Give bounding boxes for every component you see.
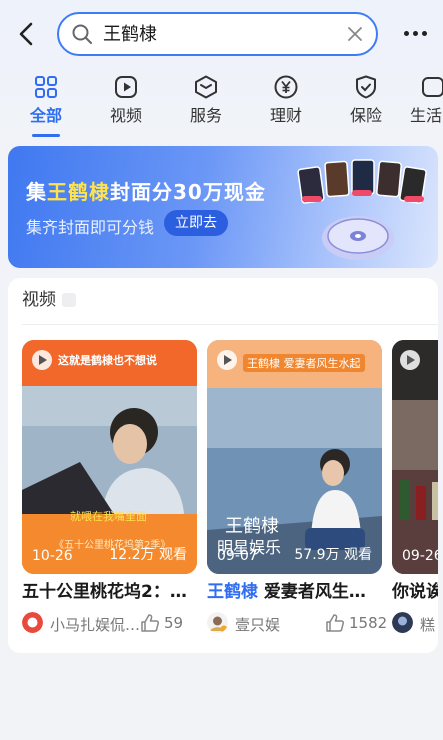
view-count: 57.9万 观看 [294,547,372,563]
more-menu-button[interactable] [404,26,430,42]
section-title: 视频 [22,290,56,310]
yen-icon [274,75,298,99]
banner-cards-and-disc-illustration [297,159,427,260]
section-header[interactable]: 视频 [22,288,76,312]
video-results-section: 视频 这就是鹤棣也不想说 就喂在我嘴里面 《五十公里桃花坞第2季》 10-26 … [8,278,438,653]
thumbnail-image [392,340,438,574]
search-query: 王鹤棣 [103,24,157,45]
video-thumbnail[interactable]: 这就是鹤棣也不想说 就喂在我嘴里面 《五十公里桃花坞第2季》 10-26 12.… [22,340,197,574]
avatar[interactable] [392,612,413,633]
video-thumbnail[interactable]: 09-26 [392,340,438,574]
author-name[interactable]: 糕 [420,614,438,635]
chevron-right-icon [62,293,76,307]
play-icon [115,76,137,98]
banner-subtitle: 集齐封面即可分钱 [26,218,155,237]
thumbs-up-icon[interactable] [325,613,345,633]
like-count: 59 [164,614,184,632]
search-input[interactable]: 王鹤棣 [57,12,378,56]
clear-icon[interactable] [346,25,364,43]
category-tabs: 全部 视频 服务 理财 保险 生活 [0,68,443,140]
thumbnail-caption: 王鹤棣 爱妻者风生水起 [243,354,365,372]
video-title[interactable]: 王鹤棣 爱妻者风生… [207,580,382,604]
tab-label: 理财 [269,106,302,125]
back-arrow-icon[interactable] [14,20,40,48]
tab-label: 全部 [29,106,62,125]
banner-go-button[interactable]: 立即去 [164,210,228,236]
author-name[interactable]: 壹只娱 [235,614,325,635]
thumbnail-caption: 这就是鹤棣也不想说 [58,354,157,367]
video-date: 10-26 [32,548,73,564]
avatar[interactable] [207,612,228,633]
view-count: 12.2万 观看 [109,547,187,563]
tab-insurance[interactable]: 保险 [336,74,396,136]
tab-label: 视频 [109,106,142,125]
video-meta: 小马扎娱侃… 59 [22,612,197,634]
shield-check-icon [356,75,376,99]
video-meta: 糕 [392,612,438,634]
tab-label: 服务 [189,106,222,125]
tab-all[interactable]: 全部 [16,74,76,137]
life-icon [422,77,443,97]
search-icon [72,24,92,44]
avatar[interactable] [22,612,43,633]
tab-label: 生活 [410,106,443,125]
video-meta: 壹只娱 1582 [207,612,387,635]
grid-icon [35,76,57,98]
play-icon [217,350,237,370]
author-name[interactable]: 小马扎娱侃… [50,614,140,635]
tab-life[interactable]: 生活 [408,74,443,136]
banner-title: 集王鹤棣封面分30万现金 [26,180,266,204]
service-cube-icon [195,75,217,99]
video-title[interactable]: 五十公里桃花坞2：… [22,580,197,604]
active-tab-indicator [32,134,60,137]
thumbnail-subtitle: 就喂在我嘴里面 [70,510,147,523]
divider [22,324,438,325]
top-bar: 王鹤棣 [0,0,443,68]
video-card[interactable]: 王鹤棣 爱妻者风生水起 王鹤棣 明星娱乐 09-07 57.9万 观看 王鹤棣 … [207,340,387,635]
like-count: 1582 [349,614,388,632]
video-thumbnail[interactable]: 王鹤棣 爱妻者风生水起 王鹤棣 明星娱乐 09-07 57.9万 观看 [207,340,382,574]
play-icon [400,350,420,370]
promo-banner[interactable]: 集王鹤棣封面分30万现金 集齐封面即可分钱 立即去 [8,146,438,268]
play-icon [32,350,52,370]
video-card[interactable]: 09-26 你说诶 糕 [392,340,438,634]
video-title[interactable]: 你说诶 [392,580,438,604]
video-card[interactable]: 这就是鹤棣也不想说 就喂在我嘴里面 《五十公里桃花坞第2季》 10-26 12.… [22,340,197,634]
tab-service[interactable]: 服务 [176,74,236,136]
video-date: 09-07 [217,548,258,564]
tab-finance[interactable]: 理财 [256,74,316,136]
tab-label: 保险 [349,106,382,125]
thumbs-up-icon[interactable] [140,613,160,633]
tab-video[interactable]: 视频 [96,74,156,136]
video-date: 09-26 [402,548,438,564]
